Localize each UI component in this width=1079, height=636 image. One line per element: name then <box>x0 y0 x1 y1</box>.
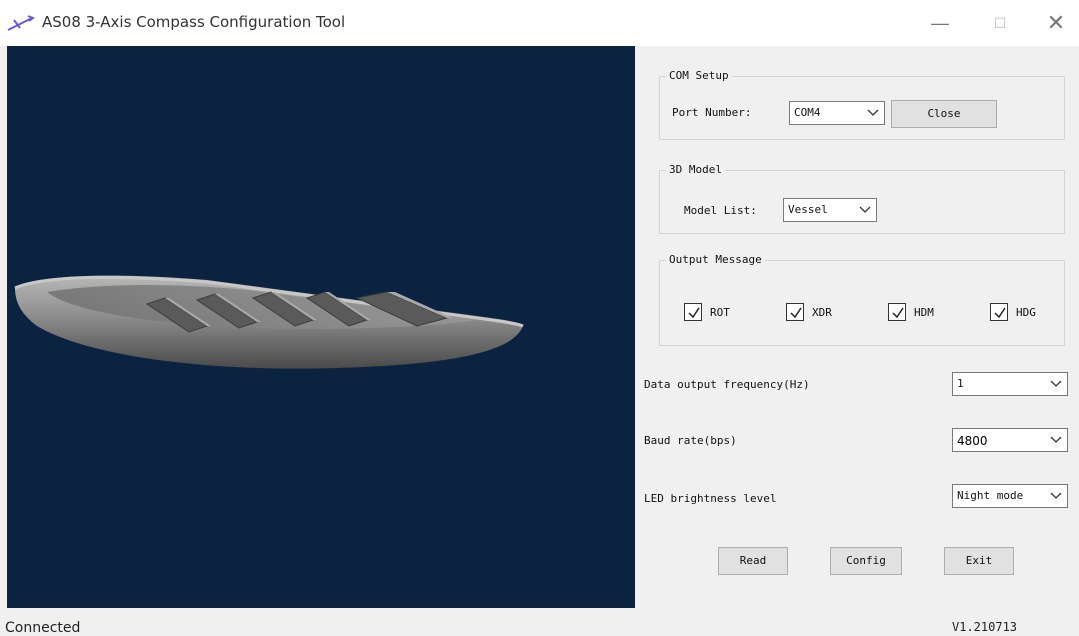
checkbox-box <box>786 303 804 321</box>
chevron-down-icon <box>867 109 879 116</box>
port-number-value: COM4 <box>794 106 821 119</box>
chevron-down-icon <box>1050 436 1062 443</box>
port-number-label: Port Number: <box>672 106 752 119</box>
model-list-select[interactable]: Vessel <box>783 198 877 222</box>
status-bar: Connected <box>0 610 1079 636</box>
hdg-label: HDG <box>1016 306 1036 319</box>
frequency-select[interactable]: 1 <box>952 372 1068 396</box>
compass-arrow-icon <box>7 15 36 31</box>
output-message-legend: Output Message <box>666 253 765 266</box>
window-title: AS08 3-Axis Compass Configuration Tool <box>42 13 346 31</box>
frequency-label: Data output frequency(Hz) <box>644 378 810 391</box>
vessel-model <box>14 275 524 369</box>
hdm-label: HDM <box>914 306 934 319</box>
model-list-value: Vessel <box>788 203 828 216</box>
com-setup-legend: COM Setup <box>666 69 732 82</box>
3d-model-viewport[interactable] <box>7 46 635 608</box>
chevron-down-icon <box>1050 380 1062 387</box>
config-button[interactable]: Config <box>830 547 902 575</box>
frequency-value: 1 <box>957 377 964 390</box>
model-list-label: Model List: <box>684 204 757 217</box>
checkbox-box <box>888 303 906 321</box>
3d-model-legend: 3D Model <box>666 163 725 176</box>
output-message-group: Output Message ROT XDR HDM HDG <box>659 253 1065 346</box>
close-port-button[interactable]: Close <box>891 100 997 128</box>
checkmark-icon <box>688 307 700 319</box>
3d-model-group: 3D Model Model List: Vessel <box>659 163 1065 234</box>
chevron-down-icon <box>859 206 871 213</box>
baud-rate-select[interactable]: 4800 <box>952 428 1068 452</box>
checkbox-box <box>990 303 1008 321</box>
baud-rate-value: 4800 <box>957 434 988 448</box>
checkbox-box <box>684 303 702 321</box>
baud-rate-label: Baud rate(bps) <box>644 434 737 447</box>
checkmark-icon <box>892 307 904 319</box>
exit-button[interactable]: Exit <box>944 547 1014 575</box>
read-button[interactable]: Read <box>718 547 788 575</box>
xdr-label: XDR <box>812 306 832 319</box>
led-brightness-label: LED brightness level <box>644 492 777 505</box>
version-label: V1.210713 <box>952 620 1018 634</box>
title-bar: AS08 3-Axis Compass Configuration Tool —… <box>0 0 1079 46</box>
chevron-down-icon <box>1050 492 1062 499</box>
led-brightness-select[interactable]: Night mode <box>952 484 1068 508</box>
checkmark-icon <box>994 307 1006 319</box>
connection-status: Connected <box>5 620 81 636</box>
com-setup-group: COM Setup Port Number: COM4 Close <box>659 69 1065 140</box>
minimize-button[interactable]: — <box>920 6 960 40</box>
led-brightness-value: Night mode <box>957 489 1024 502</box>
checkmark-icon <box>790 307 802 319</box>
maximize-button[interactable]: ☐ <box>980 6 1020 40</box>
close-window-button[interactable]: ✕ <box>1036 6 1076 40</box>
rot-label: ROT <box>710 306 730 319</box>
port-number-select[interactable]: COM4 <box>789 101 885 125</box>
